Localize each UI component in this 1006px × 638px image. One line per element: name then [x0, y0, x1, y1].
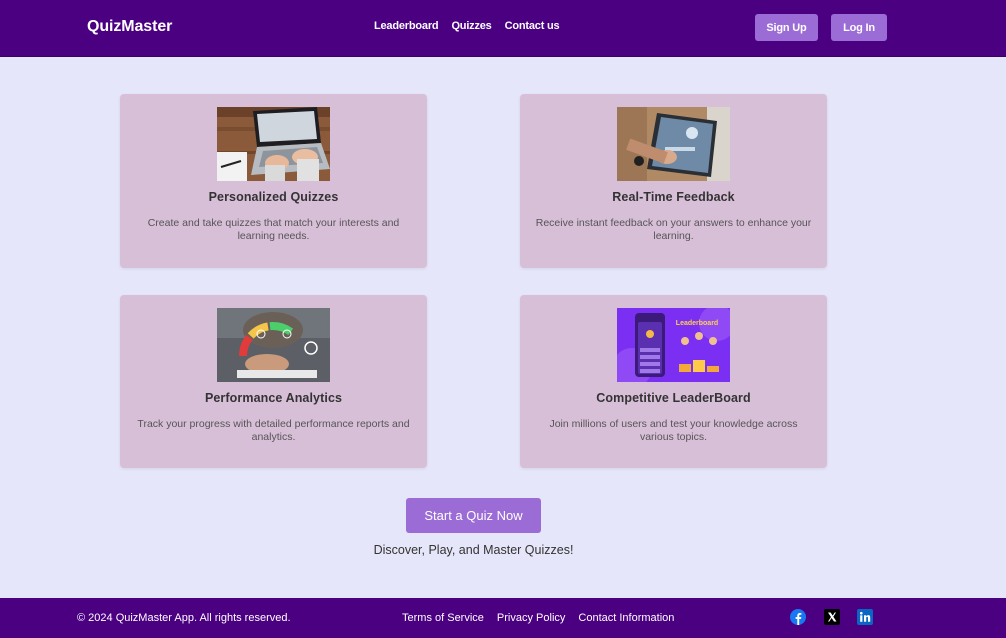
- feature-description: Track your progress with detailed perfor…: [137, 418, 410, 443]
- feature-card-performance-analytics: Performance Analytics Track your progres…: [120, 295, 427, 468]
- laptop-typing-image: [217, 107, 330, 181]
- main-nav: Leaderboard Quizzes Contact us: [374, 20, 560, 32]
- tablet-feedback-image: [617, 107, 730, 181]
- footer: © 2024 QuizMaster App. All rights reserv…: [0, 598, 1006, 638]
- feature-description: Create and take quizzes that match your …: [147, 217, 400, 242]
- top-navbar: QuizMaster Leaderboard Quizzes Contact u…: [0, 0, 1006, 57]
- start-quiz-button[interactable]: Start a Quiz Now: [406, 498, 541, 533]
- privacy-policy-link[interactable]: Privacy Policy: [497, 612, 565, 624]
- nav-contact-us[interactable]: Contact us: [505, 20, 560, 32]
- log-in-button[interactable]: Log In: [831, 14, 887, 41]
- tagline: Discover, Play, and Master Quizzes!: [373, 543, 574, 557]
- feature-card-personalized-quizzes: Personalized Quizzes Create and take qui…: [120, 94, 427, 268]
- linkedin-icon[interactable]: [857, 609, 873, 625]
- leaderboard-illustration: Leaderboard: [617, 308, 730, 382]
- terms-of-service-link[interactable]: Terms of Service: [402, 612, 484, 624]
- feature-card-real-time-feedback: Real-Time Feedback Receive instant feedb…: [520, 94, 827, 268]
- analytics-hand-image: [217, 308, 330, 382]
- copyright-text: © 2024 QuizMaster App. All rights reserv…: [77, 612, 291, 624]
- leaderboard-image-text: Leaderboard: [676, 320, 718, 327]
- nav-leaderboard[interactable]: Leaderboard: [374, 20, 439, 32]
- facebook-icon[interactable]: [790, 609, 806, 625]
- feature-title: Real-Time Feedback: [612, 190, 735, 204]
- contact-information-link[interactable]: Contact Information: [578, 612, 674, 624]
- sign-up-button[interactable]: Sign Up: [755, 14, 818, 41]
- feature-description: Receive instant feedback on your answers…: [535, 217, 812, 242]
- feature-card-competitive-leaderboard: Leaderboard Competitive LeaderBoard Join…: [520, 295, 827, 468]
- feature-title: Personalized Quizzes: [208, 190, 339, 204]
- feature-description: Join millions of users and test your kno…: [549, 418, 798, 443]
- footer-links: Terms of Service Privacy Policy Contact …: [402, 612, 674, 624]
- x-twitter-icon[interactable]: [824, 609, 840, 625]
- feature-title: Competitive LeaderBoard: [596, 391, 751, 405]
- nav-quizzes[interactable]: Quizzes: [451, 20, 491, 32]
- brand-logo[interactable]: QuizMaster: [87, 18, 172, 36]
- feature-title: Performance Analytics: [204, 391, 343, 405]
